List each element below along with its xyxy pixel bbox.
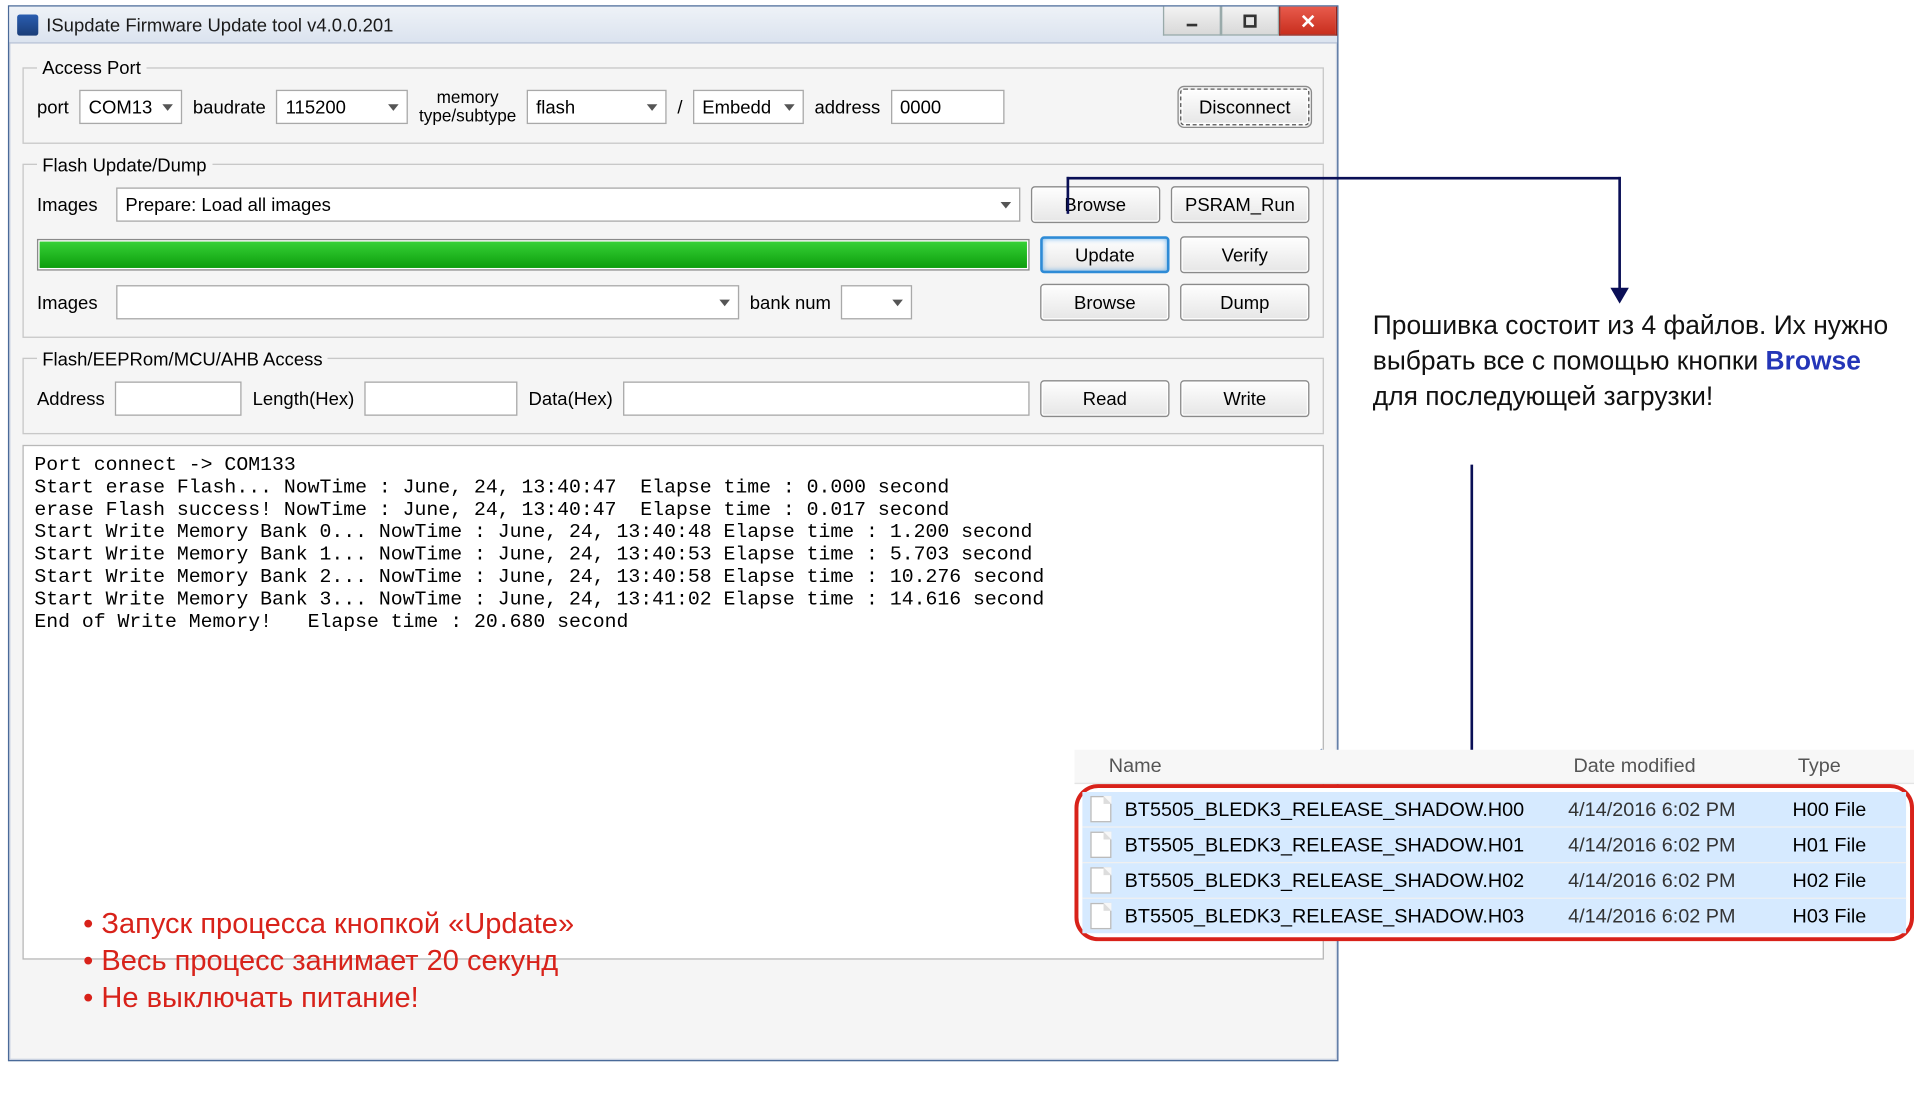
annotation-notes: Запуск процесса кнопкой «Update» Весь пр…: [83, 907, 574, 1018]
memory-type-combo[interactable]: flash: [527, 90, 667, 124]
banknum-label: bank num: [750, 291, 831, 312]
arrow1-vert-right: [1618, 177, 1621, 291]
memory-type-label: memory type/subtype: [419, 88, 516, 126]
file-date: 4/14/2016 6:02 PM: [1568, 834, 1792, 856]
file-icon: [1090, 867, 1111, 893]
close-icon: [1300, 13, 1316, 29]
images-label: Images: [37, 194, 106, 215]
file-type: H00 File: [1793, 798, 1899, 820]
flash-update-group: Flash Update/Dump Images Prepare: Load a…: [22, 154, 1324, 337]
flash-update-legend: Flash Update/Dump: [37, 154, 212, 175]
mem-len-label: Length(Hex): [253, 388, 355, 409]
firmware-file-list: Name Date modified Type BT5505_BLEDK3_RE…: [1074, 750, 1914, 941]
maximize-icon: [1242, 13, 1258, 29]
browse-keyword: Browse: [1766, 347, 1861, 376]
read-button[interactable]: Read: [1040, 380, 1169, 417]
arrow1-horiz: [1067, 177, 1621, 180]
file-list-header[interactable]: Name Date modified Type: [1074, 750, 1914, 784]
images-combo[interactable]: Prepare: Load all images: [116, 187, 1020, 221]
side-annotation: Прошивка состоит из 4 файлов. Их нужно в…: [1373, 309, 1901, 416]
memory-subtype-combo[interactable]: Embedd: [693, 90, 804, 124]
arrow1-head-icon: [1610, 288, 1628, 304]
col-date[interactable]: Date modified: [1573, 755, 1797, 777]
note-line-3: Не выключать питание!: [83, 981, 574, 1015]
file-name: BT5505_BLEDK3_RELEASE_SHADOW.H00: [1125, 798, 1569, 820]
close-button[interactable]: [1279, 7, 1337, 36]
file-icon: [1090, 903, 1111, 929]
write-button[interactable]: Write: [1180, 380, 1309, 417]
file-icon: [1090, 832, 1111, 858]
file-row[interactable]: BT5505_BLEDK3_RELEASE_SHADOW.H034/14/201…: [1082, 899, 1906, 933]
access-port-legend: Access Port: [37, 57, 146, 78]
address-label: address: [814, 97, 880, 118]
note-line-1: Запуск процесса кнопкой «Update»: [83, 907, 574, 941]
minimize-button[interactable]: [1163, 7, 1221, 36]
file-type: H02 File: [1793, 869, 1899, 891]
file-name: BT5505_BLEDK3_RELEASE_SHADOW.H02: [1125, 869, 1569, 891]
file-type: H03 File: [1793, 905, 1899, 927]
mem-len-input[interactable]: [365, 381, 518, 415]
mem-data-label: Data(Hex): [529, 388, 613, 409]
memory-access-group: Flash/EEPRom/MCU/AHB Access Address Leng…: [22, 348, 1324, 434]
col-name[interactable]: Name: [1085, 755, 1573, 777]
psram-run-button[interactable]: PSRAM_Run: [1170, 186, 1309, 223]
arrow2-vert: [1470, 465, 1473, 769]
mem-data-input[interactable]: [623, 381, 1029, 415]
browse2-button[interactable]: Browse: [1040, 283, 1169, 320]
arrow1-vert-left: [1067, 177, 1070, 214]
file-row[interactable]: BT5505_BLEDK3_RELEASE_SHADOW.H004/14/201…: [1082, 792, 1906, 828]
window-title: ISupdate Firmware Update tool v4.0.0.201: [46, 14, 393, 35]
col-type[interactable]: Type: [1798, 755, 1904, 777]
port-combo[interactable]: COM13: [79, 90, 182, 124]
mem-addr-input[interactable]: [115, 381, 242, 415]
app-icon: [17, 14, 38, 35]
maximize-button[interactable]: [1221, 7, 1279, 36]
update-button[interactable]: Update: [1040, 236, 1169, 273]
images2-combo[interactable]: [116, 285, 739, 319]
baudrate-combo[interactable]: 115200: [276, 90, 408, 124]
banknum-combo[interactable]: [841, 285, 912, 319]
slash-separator: /: [677, 97, 682, 118]
minimize-icon: [1184, 13, 1200, 29]
file-name: BT5505_BLEDK3_RELEASE_SHADOW.H01: [1125, 834, 1569, 856]
memory-access-legend: Flash/EEPRom/MCU/AHB Access: [37, 348, 328, 369]
verify-button[interactable]: Verify: [1180, 236, 1309, 273]
mem-addr-label: Address: [37, 388, 105, 409]
baudrate-label: baudrate: [193, 97, 266, 118]
port-label: port: [37, 97, 69, 118]
file-name: BT5505_BLEDK3_RELEASE_SHADOW.H03: [1125, 905, 1569, 927]
titlebar[interactable]: ISupdate Firmware Update tool v4.0.0.201: [9, 7, 1337, 44]
disconnect-button[interactable]: Disconnect: [1180, 89, 1309, 126]
file-row[interactable]: BT5505_BLEDK3_RELEASE_SHADOW.H024/14/201…: [1082, 863, 1906, 899]
address-input[interactable]: 0000: [891, 90, 1005, 124]
file-row[interactable]: BT5505_BLEDK3_RELEASE_SHADOW.H014/14/201…: [1082, 828, 1906, 864]
progress-bar: [37, 238, 1030, 270]
file-type: H01 File: [1793, 834, 1899, 856]
images2-label: Images: [37, 291, 106, 312]
browse-button[interactable]: Browse: [1031, 186, 1160, 223]
access-port-group: Access Port port COM13 baudrate 115200 m…: [22, 57, 1324, 144]
dump-button[interactable]: Dump: [1180, 283, 1309, 320]
file-date: 4/14/2016 6:02 PM: [1568, 798, 1792, 820]
file-date: 4/14/2016 6:02 PM: [1568, 905, 1792, 927]
note-line-2: Весь процесс занимает 20 секунд: [83, 944, 574, 978]
file-date: 4/14/2016 6:02 PM: [1568, 869, 1792, 891]
file-icon: [1090, 796, 1111, 822]
